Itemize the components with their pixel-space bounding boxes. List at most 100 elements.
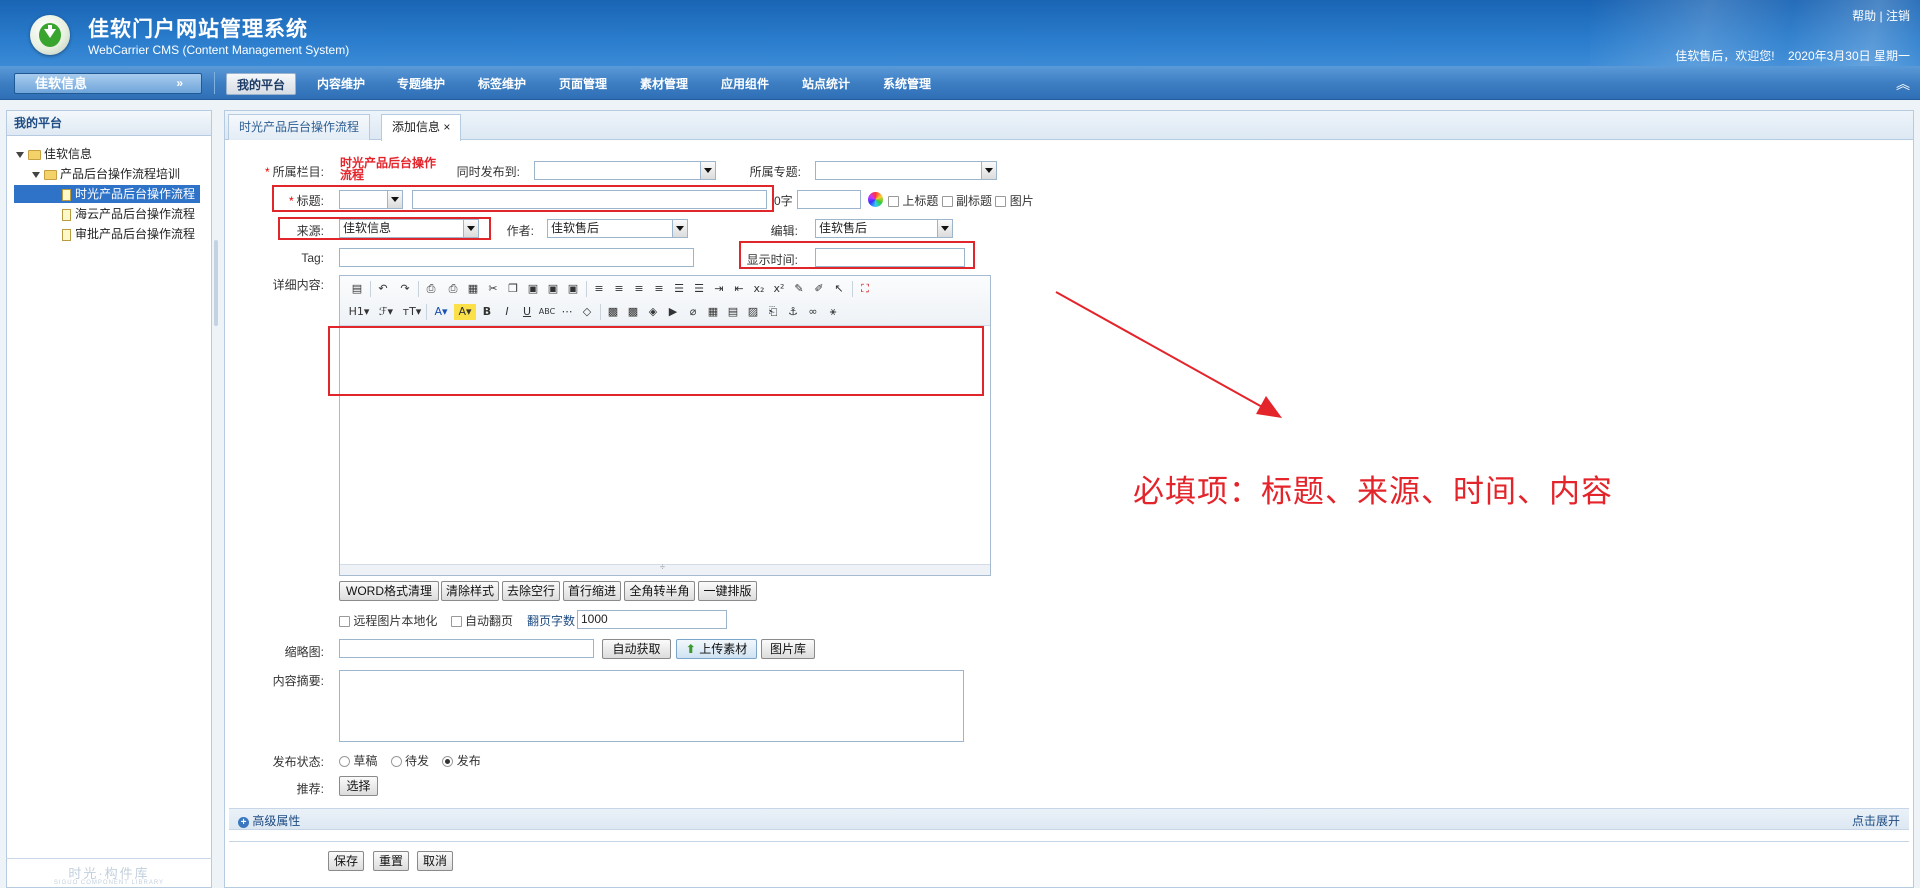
- link-icon[interactable]: ∞: [804, 304, 822, 320]
- select-all-icon[interactable]: ↖: [830, 281, 848, 297]
- show-time-input[interactable]: [815, 248, 965, 267]
- nav-app-component[interactable]: 应用组件: [710, 73, 780, 95]
- editor-select[interactable]: 佳软售后: [815, 219, 953, 238]
- insert-picture-icon[interactable]: ▨: [744, 304, 762, 320]
- recommend-select-button[interactable]: 选择: [339, 776, 378, 796]
- image-library-button[interactable]: 图片库: [761, 639, 815, 659]
- one-click-format-button[interactable]: 一键排版: [698, 581, 757, 601]
- cancel-button[interactable]: 取消: [417, 851, 453, 871]
- nav-stats[interactable]: 站点统计: [791, 73, 861, 95]
- attachment-icon[interactable]: ⌀: [684, 304, 702, 320]
- highlight-color-icon[interactable]: A▾: [454, 304, 476, 320]
- title-input[interactable]: [412, 190, 767, 209]
- cut-icon[interactable]: ✂: [484, 281, 502, 297]
- bold-icon[interactable]: B: [478, 304, 496, 320]
- nav-content[interactable]: 内容维护: [306, 73, 376, 95]
- horizontal-rule-icon[interactable]: ⋯: [558, 304, 576, 320]
- strikethrough-icon[interactable]: ABC: [538, 304, 556, 320]
- paste-word-icon[interactable]: ▣: [564, 281, 582, 297]
- nav-my-platform[interactable]: 我的平台: [226, 73, 296, 95]
- save-button[interactable]: 保存: [328, 851, 364, 871]
- remove-blank-lines-button[interactable]: 去除空行: [502, 581, 560, 601]
- page-break-icon[interactable]: ⎗: [764, 304, 782, 320]
- remote-image-checkbox[interactable]: [339, 616, 350, 628]
- source-select[interactable]: 佳软信息: [339, 219, 479, 238]
- paste-text-icon[interactable]: ▣: [544, 281, 562, 297]
- preview-icon[interactable]: ⎙: [422, 281, 440, 297]
- status-draft-radio[interactable]: [339, 756, 350, 768]
- tag-input[interactable]: [339, 248, 694, 267]
- advanced-toggle[interactable]: + 高级属性: [238, 812, 300, 829]
- italic-icon[interactable]: I: [498, 304, 516, 320]
- outdent-icon[interactable]: ⇤: [730, 281, 748, 297]
- source-code-icon[interactable]: ▤: [348, 281, 366, 297]
- template-icon[interactable]: ▦: [464, 281, 482, 297]
- logout-link[interactable]: 注销: [1886, 9, 1910, 23]
- unordered-list-icon[interactable]: ☰: [690, 281, 708, 297]
- copy-icon[interactable]: ❐: [504, 281, 522, 297]
- subscript-icon[interactable]: x₂: [750, 281, 768, 297]
- font-family-icon[interactable]: ℱ▾: [374, 304, 398, 320]
- upper-title-checkbox[interactable]: [888, 196, 899, 208]
- upload-button[interactable]: ⬆ 上传素材: [676, 639, 757, 659]
- nav-tag[interactable]: 标签维护: [467, 73, 537, 95]
- ordered-list-icon[interactable]: ☰: [670, 281, 688, 297]
- tree-item-haiyun[interactable]: 海云产品后台操作流程: [62, 205, 195, 223]
- full-to-half-button[interactable]: 全角转半角: [624, 581, 695, 601]
- status-pending-radio[interactable]: [390, 756, 402, 768]
- clear-style-button[interactable]: 清除样式: [441, 581, 499, 601]
- eraser-icon[interactable]: ◇: [578, 304, 596, 320]
- nav-page[interactable]: 页面管理: [548, 73, 618, 95]
- color-picker-icon[interactable]: [868, 192, 883, 207]
- underline-icon[interactable]: U: [518, 304, 536, 320]
- status-publish-radio[interactable]: [442, 756, 454, 768]
- auto-fetch-button[interactable]: 自动获取: [602, 639, 671, 659]
- title-extra-input[interactable]: [797, 190, 861, 209]
- word-clean-button[interactable]: WORD格式清理: [339, 581, 439, 601]
- sub-title-checkbox[interactable]: [941, 196, 953, 208]
- font-size-icon[interactable]: тT▾: [400, 304, 424, 320]
- tree-item-approval[interactable]: 审批产品后台操作流程: [62, 225, 195, 243]
- reset-button[interactable]: 重置: [373, 851, 409, 871]
- close-icon[interactable]: ×: [443, 120, 450, 134]
- first-line-indent-button[interactable]: 首行缩进: [563, 581, 621, 601]
- advanced-section-bar[interactable]: [229, 808, 1909, 830]
- editor-resize-bar[interactable]: ÷: [340, 562, 990, 575]
- indent-icon[interactable]: ⇥: [710, 281, 728, 297]
- topic-select[interactable]: [815, 161, 997, 180]
- page-chars-input[interactable]: 1000: [577, 610, 727, 629]
- insert-image-icon[interactable]: ▩: [604, 304, 622, 320]
- insert-row-icon[interactable]: ▤: [724, 304, 742, 320]
- align-justify-icon[interactable]: ≡: [650, 281, 668, 297]
- help-link[interactable]: 帮助: [1852, 9, 1876, 23]
- site-select[interactable]: 佳软信息»: [14, 73, 202, 94]
- align-right-icon[interactable]: ≡: [630, 281, 648, 297]
- heading-icon[interactable]: H1▾: [346, 304, 372, 320]
- redo-icon[interactable]: ↷: [396, 281, 414, 297]
- paste-icon[interactable]: ▣: [524, 281, 542, 297]
- thumb-input[interactable]: [339, 639, 594, 658]
- resize-handle-icon[interactable]: ÷: [660, 562, 665, 572]
- auto-page-checkbox[interactable]: [450, 616, 462, 628]
- clear-format-icon[interactable]: ✎: [790, 281, 808, 297]
- undo-icon[interactable]: ↶: [374, 281, 392, 297]
- collapse-up-icon[interactable]: ︽: [1896, 74, 1910, 94]
- tab-shiguang[interactable]: 时光产品后台操作流程: [228, 114, 371, 140]
- expand-link[interactable]: 点击展开: [1852, 812, 1900, 829]
- title-style-select[interactable]: [339, 190, 403, 209]
- insert-media-icon[interactable]: ▩: [624, 304, 642, 320]
- insert-table-icon[interactable]: ▦: [704, 304, 722, 320]
- author-select[interactable]: 佳软售后: [547, 219, 688, 238]
- nav-topic[interactable]: 专题维护: [386, 73, 456, 95]
- unlink-icon[interactable]: ⚹: [824, 304, 842, 320]
- format-painter-icon[interactable]: ✐: [810, 281, 828, 297]
- tree-item-training[interactable]: 产品后台操作流程培训: [32, 165, 180, 183]
- fullscreen-icon[interactable]: ⛶: [856, 281, 874, 297]
- picture-checkbox[interactable]: [995, 196, 1007, 208]
- sidebar-splitter[interactable]: [214, 240, 218, 326]
- print-icon[interactable]: ⎙: [444, 281, 462, 297]
- font-color-icon[interactable]: A▾: [430, 304, 452, 320]
- tree-item-shiguang[interactable]: 时光产品后台操作流程: [14, 185, 200, 203]
- tree-item-root[interactable]: 佳软信息: [16, 145, 92, 163]
- nav-material[interactable]: 素材管理: [629, 73, 699, 95]
